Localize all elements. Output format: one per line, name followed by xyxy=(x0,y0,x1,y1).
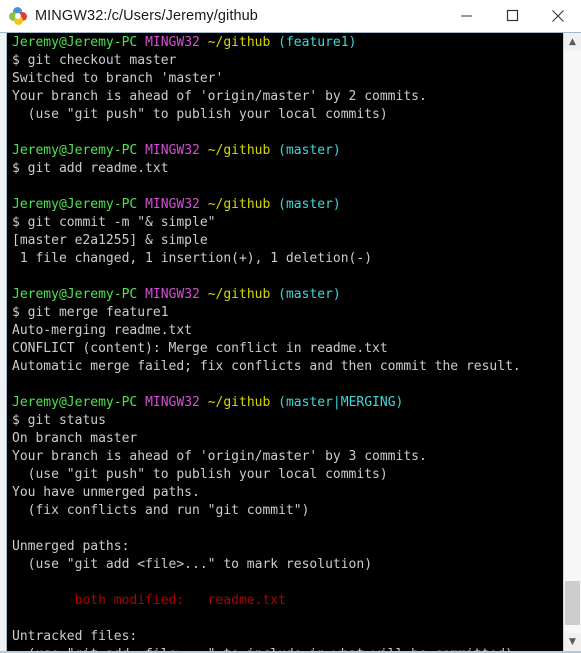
terminal-prompt-line: Jeremy@Jeremy-PC MINGW32 ~/github (maste… xyxy=(12,286,563,304)
terminal-line-text: (use "git add <file>..." to include in w… xyxy=(12,647,513,651)
terminal-output-line: Your branch is ahead of 'origin/master' … xyxy=(12,448,563,466)
prompt-path: ~/github xyxy=(207,197,279,212)
prompt-branch: (feature1) xyxy=(278,35,357,50)
terminal-command-line: $ git merge feature1 xyxy=(12,304,563,322)
prompt-shell-name: MINGW32 xyxy=(145,395,208,410)
terminal-output-line: (use "git push" to publish your local co… xyxy=(12,106,563,124)
close-button[interactable] xyxy=(535,0,581,31)
terminal-line-text: 1 file changed, 1 insertion(+), 1 deleti… xyxy=(12,251,373,266)
terminal-line-text: $ git merge feature1 xyxy=(12,305,169,320)
terminal-line-text: Your branch is ahead of 'origin/master' … xyxy=(12,449,427,464)
terminal-scrollbar[interactable]: ▲ ▼ xyxy=(563,33,581,651)
terminal-line-text: (use "git push" to publish your local co… xyxy=(12,467,388,482)
terminal-line-text: $ git checkout master xyxy=(12,53,177,68)
prompt-branch: (master) xyxy=(278,197,341,212)
left-edge-rail xyxy=(0,33,7,651)
terminal-output-line: Your branch is ahead of 'origin/master' … xyxy=(12,88,563,106)
terminal-screen[interactable]: Jeremy@Jeremy-PC MINGW32 ~/github (featu… xyxy=(7,33,563,651)
terminal-command-line: $ git status xyxy=(12,412,563,430)
close-icon xyxy=(552,9,564,22)
window-title: MINGW32:/c/Users/Jeremy/github xyxy=(35,7,258,24)
scroll-up-icon: ▲ xyxy=(569,36,576,47)
terminal-line-text: CONFLICT (content): Merge conflict in re… xyxy=(12,341,388,356)
prompt-path: ~/github xyxy=(207,143,279,158)
terminal-line-text: Untracked files: xyxy=(12,629,138,644)
terminal-line-text: [master e2a1255] & simple xyxy=(12,233,208,248)
window-controls xyxy=(443,0,581,31)
terminal-output-line: (use "git push" to publish your local co… xyxy=(12,466,563,484)
terminal-line-text: Auto-merging readme.txt xyxy=(12,323,193,338)
maximize-icon xyxy=(506,9,518,22)
terminal-line-text: (use "git push" to publish your local co… xyxy=(12,107,388,122)
prompt-shell-name: MINGW32 xyxy=(145,143,208,158)
prompt-user-host: Jeremy@Jeremy-PC xyxy=(12,395,146,410)
prompt-path: ~/github xyxy=(207,287,279,302)
terminal-error-line: both modified: readme.txt xyxy=(12,592,563,610)
scroll-down-icon: ▼ xyxy=(569,636,576,647)
terminal-prompt-line: Jeremy@Jeremy-PC MINGW32 ~/github (maste… xyxy=(12,394,563,412)
prompt-path: ~/github xyxy=(207,35,279,50)
terminal-line-text: (use "git add <file>..." to mark resolut… xyxy=(12,557,373,572)
prompt-shell-name: MINGW32 xyxy=(145,35,208,50)
git-bash-icon xyxy=(9,6,27,25)
terminal-line-text: both modified: readme.txt xyxy=(12,593,286,608)
prompt-user-host: Jeremy@Jeremy-PC xyxy=(12,143,146,158)
terminal-output-line: You have unmerged paths. xyxy=(12,484,563,502)
scrollbar-thumb[interactable] xyxy=(565,581,580,625)
terminal-output-line: Untracked files: xyxy=(12,628,563,646)
terminal-prompt-line: Jeremy@Jeremy-PC MINGW32 ~/github (maste… xyxy=(12,196,563,214)
terminal-line-text: Unmerged paths: xyxy=(12,539,130,554)
terminal-line-text: Automatic merge failed; fix conflicts an… xyxy=(12,359,521,374)
scrollbar-track[interactable] xyxy=(564,51,581,633)
terminal-line-text: On branch master xyxy=(12,431,138,446)
prompt-shell-name: MINGW32 xyxy=(145,287,208,302)
prompt-branch: (master|MERGING) xyxy=(278,395,404,410)
prompt-user-host: Jeremy@Jeremy-PC xyxy=(12,287,146,302)
terminal-line-text: $ git add readme.txt xyxy=(12,161,169,176)
terminal-output-line: Automatic merge failed; fix conflicts an… xyxy=(12,358,563,376)
terminal-window: MINGW32:/c/Users/Jeremy/github Jeremy@Je… xyxy=(0,0,581,653)
terminal-output-line: Auto-merging readme.txt xyxy=(12,322,563,340)
terminal-output-line: [master e2a1255] & simple xyxy=(12,232,563,250)
terminal-line-text: Your branch is ahead of 'origin/master' … xyxy=(12,89,427,104)
terminal-output-line: On branch master xyxy=(12,430,563,448)
minimize-button[interactable] xyxy=(443,0,489,31)
terminal-output-line: 1 file changed, 1 insertion(+), 1 deleti… xyxy=(12,250,563,268)
maximize-button[interactable] xyxy=(489,0,535,31)
terminal-command-line: $ git checkout master xyxy=(12,52,563,70)
terminal-output-line: Switched to branch 'master' xyxy=(12,70,563,88)
terminal-output-line: (use "git add <file>..." to mark resolut… xyxy=(12,556,563,574)
terminal-line-text: $ git commit -m "& simple" xyxy=(12,215,216,230)
terminal-prompt-line: Jeremy@Jeremy-PC MINGW32 ~/github (featu… xyxy=(12,34,563,52)
prompt-user-host: Jeremy@Jeremy-PC xyxy=(12,197,146,212)
terminal-line-text: (fix conflicts and run "git commit") xyxy=(12,503,310,518)
prompt-branch: (master) xyxy=(278,287,341,302)
terminal-output-line: Unmerged paths: xyxy=(12,538,563,556)
terminal-line-text: Switched to branch 'master' xyxy=(12,71,224,86)
terminal-prompt-line: Jeremy@Jeremy-PC MINGW32 ~/github (maste… xyxy=(12,142,563,160)
minimize-icon xyxy=(460,15,472,17)
terminal-line-text: $ git status xyxy=(12,413,106,428)
terminal-line-text: You have unmerged paths. xyxy=(12,485,200,500)
prompt-user-host: Jeremy@Jeremy-PC xyxy=(12,35,146,50)
terminal-body: Jeremy@Jeremy-PC MINGW32 ~/github (featu… xyxy=(0,32,581,651)
terminal-command-line: $ git add readme.txt xyxy=(12,160,563,178)
terminal-output-line: CONFLICT (content): Merge conflict in re… xyxy=(12,340,563,358)
scroll-down-button[interactable]: ▼ xyxy=(564,633,581,651)
terminal-output-line: (fix conflicts and run "git commit") xyxy=(12,502,563,520)
title-bar[interactable]: MINGW32:/c/Users/Jeremy/github xyxy=(0,0,581,32)
prompt-shell-name: MINGW32 xyxy=(145,197,208,212)
prompt-branch: (master) xyxy=(278,143,341,158)
scroll-up-button[interactable]: ▲ xyxy=(564,33,581,51)
prompt-path: ~/github xyxy=(207,395,279,410)
terminal-command-line: $ git commit -m "& simple" xyxy=(12,214,563,232)
terminal-output-line: (use "git add <file>..." to include in w… xyxy=(12,646,563,651)
